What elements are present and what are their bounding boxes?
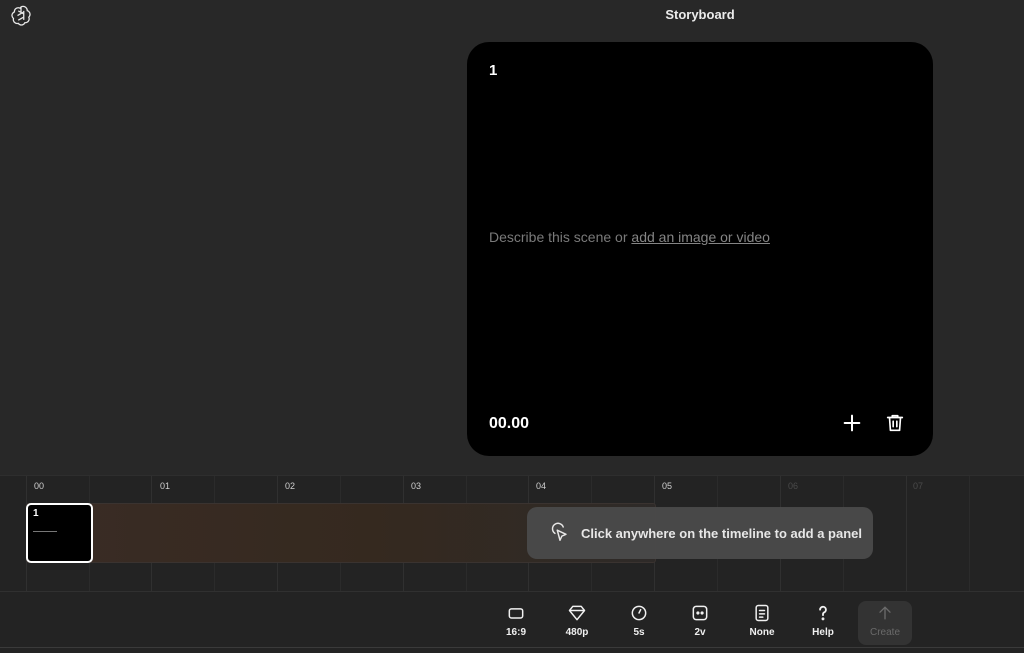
help-button[interactable]: Help bbox=[798, 601, 848, 645]
tick-label: 05 bbox=[662, 481, 673, 491]
pointer-click-icon bbox=[549, 521, 571, 543]
help-label: Help bbox=[812, 627, 834, 638]
aspect-ratio-label: 16:9 bbox=[505, 627, 526, 638]
plus-icon[interactable] bbox=[841, 411, 863, 435]
resolution-label: 480p bbox=[565, 627, 589, 638]
scene-timestamp: 00.00 bbox=[489, 415, 530, 432]
tick-label: 06 bbox=[788, 481, 799, 491]
aspect-ratio-button[interactable]: 16:9 bbox=[491, 601, 541, 645]
bottom-toolbar: 16:9 480p 5s 2v None Help Create bbox=[0, 591, 1024, 653]
storyboard-app: Storyboard 1 Describe this scene or add … bbox=[0, 0, 1024, 653]
timeline[interactable]: 00 01 02 03 04 05 06 07 1 Click anywhere… bbox=[0, 475, 1024, 592]
question-icon bbox=[819, 605, 827, 621]
create-button[interactable]: Create bbox=[858, 601, 912, 645]
preset-icon bbox=[755, 604, 769, 622]
scene-card[interactable]: 1 Describe this scene or add an image or… bbox=[467, 42, 933, 456]
aspect-ratio-icon bbox=[508, 608, 524, 619]
scene-number: 1 bbox=[489, 62, 498, 79]
divider bbox=[0, 647, 1024, 648]
variations-button[interactable]: 2v bbox=[675, 601, 725, 645]
hint-text: Click anywhere on the timeline to add a … bbox=[581, 526, 863, 541]
timeline-panel[interactable]: 1 bbox=[26, 503, 93, 563]
page-title: Storyboard bbox=[665, 7, 735, 22]
tick-label: 00 bbox=[34, 481, 45, 491]
tick-label: 01 bbox=[160, 481, 171, 491]
arrow-up-icon bbox=[879, 606, 891, 620]
panel-number: 1 bbox=[33, 508, 39, 519]
timeline-hint-tooltip: Click anywhere on the timeline to add a … bbox=[527, 507, 873, 559]
scene-description-placeholder[interactable]: Describe this scene or add an image or v… bbox=[489, 229, 770, 245]
trash-icon[interactable] bbox=[884, 411, 906, 435]
variations-icon bbox=[692, 605, 708, 621]
resolution-button[interactable]: 480p bbox=[552, 601, 602, 645]
timer-icon bbox=[631, 605, 647, 621]
duration-button[interactable]: 5s bbox=[614, 601, 664, 645]
variations-label: 2v bbox=[694, 627, 706, 638]
openai-logo-icon[interactable] bbox=[10, 4, 32, 26]
duration-label: 5s bbox=[633, 627, 645, 638]
diamond-icon bbox=[568, 605, 586, 621]
tick-label: 04 bbox=[536, 481, 547, 491]
tick-label: 03 bbox=[411, 481, 422, 491]
tick-label: 07 bbox=[913, 481, 924, 491]
preset-label: None bbox=[749, 627, 775, 638]
placeholder-text: Describe this scene or bbox=[489, 229, 632, 245]
timeline-ruler: 00 01 02 03 04 05 06 07 bbox=[0, 476, 1024, 502]
add-media-link[interactable]: add an image or video bbox=[631, 229, 770, 245]
tick-label: 02 bbox=[285, 481, 296, 491]
panel-line bbox=[33, 531, 57, 532]
create-label: Create bbox=[869, 627, 900, 638]
preset-button[interactable]: None bbox=[737, 601, 787, 645]
